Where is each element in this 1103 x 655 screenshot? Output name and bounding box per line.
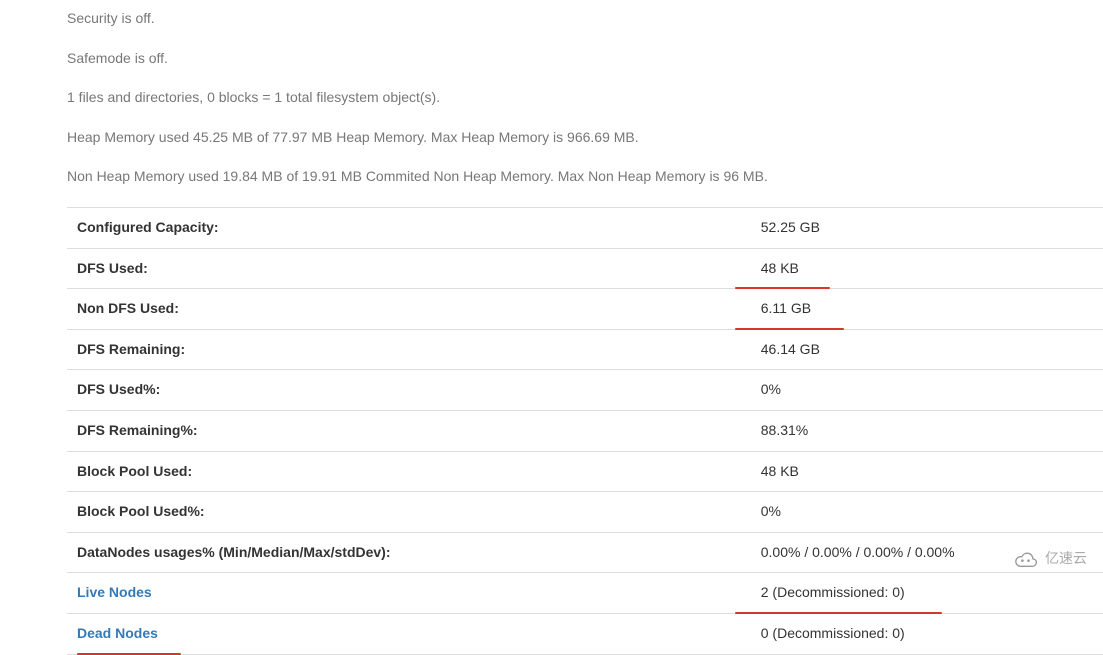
row-value: 6.11 GB [751, 289, 1103, 330]
live-nodes-link[interactable]: Live Nodes [77, 584, 152, 600]
row-value: 0% [751, 370, 1103, 411]
safemode-status: Safemode is off. [67, 49, 1103, 69]
row-label: DFS Used%: [67, 370, 751, 411]
table-row: DFS Used%:0% [67, 370, 1103, 411]
row-label: Block Pool Used: [67, 451, 751, 492]
row-label: Dead Nodes [67, 613, 751, 654]
annotation-underline [77, 653, 181, 655]
cloud-icon [1011, 549, 1039, 567]
row-label: Non DFS Used: [67, 289, 751, 330]
row-label: Live Nodes [67, 573, 751, 614]
row-value: 46.14 GB [751, 329, 1103, 370]
row-label: DFS Remaining%: [67, 410, 751, 451]
table-row: Non DFS Used:6.11 GB [67, 289, 1103, 330]
row-label: Block Pool Used%: [67, 492, 751, 533]
table-row: Block Pool Used%:0% [67, 492, 1103, 533]
row-label: DataNodes usages% (Min/Median/Max/stdDev… [67, 532, 751, 573]
row-value: 88.31% [751, 410, 1103, 451]
row-value: 0 (Decommissioned: 0) [751, 613, 1103, 654]
table-row: Block Pool Used:48 KB [67, 451, 1103, 492]
table-row: Dead Nodes 0 (Decommissioned: 0) [67, 613, 1103, 654]
content-container: Security is off. Safemode is off. 1 file… [0, 9, 1103, 655]
table-row: Configured Capacity:52.25 GB [67, 207, 1103, 248]
row-label: DFS Used: [67, 248, 751, 289]
row-value: 52.25 GB [751, 207, 1103, 248]
dead-nodes-link[interactable]: Dead Nodes [77, 625, 158, 641]
summary-table: Configured Capacity:52.25 GBDFS Used:48 … [67, 207, 1103, 655]
table-row: DFS Remaining%:88.31% [67, 410, 1103, 451]
row-value: 48 KB [751, 248, 1103, 289]
watermark: 亿速云 [1005, 546, 1093, 570]
nonheap-memory-summary: Non Heap Memory used 19.84 MB of 19.91 M… [67, 167, 1103, 187]
files-summary: 1 files and directories, 0 blocks = 1 to… [67, 88, 1103, 108]
table-row: DFS Used:48 KB [67, 248, 1103, 289]
row-value: 48 KB [751, 451, 1103, 492]
watermark-text: 亿速云 [1045, 548, 1087, 568]
row-label: DFS Remaining: [67, 329, 751, 370]
table-row: Live Nodes 2 (Decommissioned: 0) [67, 573, 1103, 614]
security-status: Security is off. [67, 9, 1103, 29]
row-value: 0% [751, 492, 1103, 533]
heap-memory-summary: Heap Memory used 45.25 MB of 77.97 MB He… [67, 128, 1103, 148]
row-value: 2 (Decommissioned: 0) [751, 573, 1103, 614]
table-row: DFS Remaining:46.14 GB [67, 329, 1103, 370]
row-label: Configured Capacity: [67, 207, 751, 248]
table-row: DataNodes usages% (Min/Median/Max/stdDev… [67, 532, 1103, 573]
